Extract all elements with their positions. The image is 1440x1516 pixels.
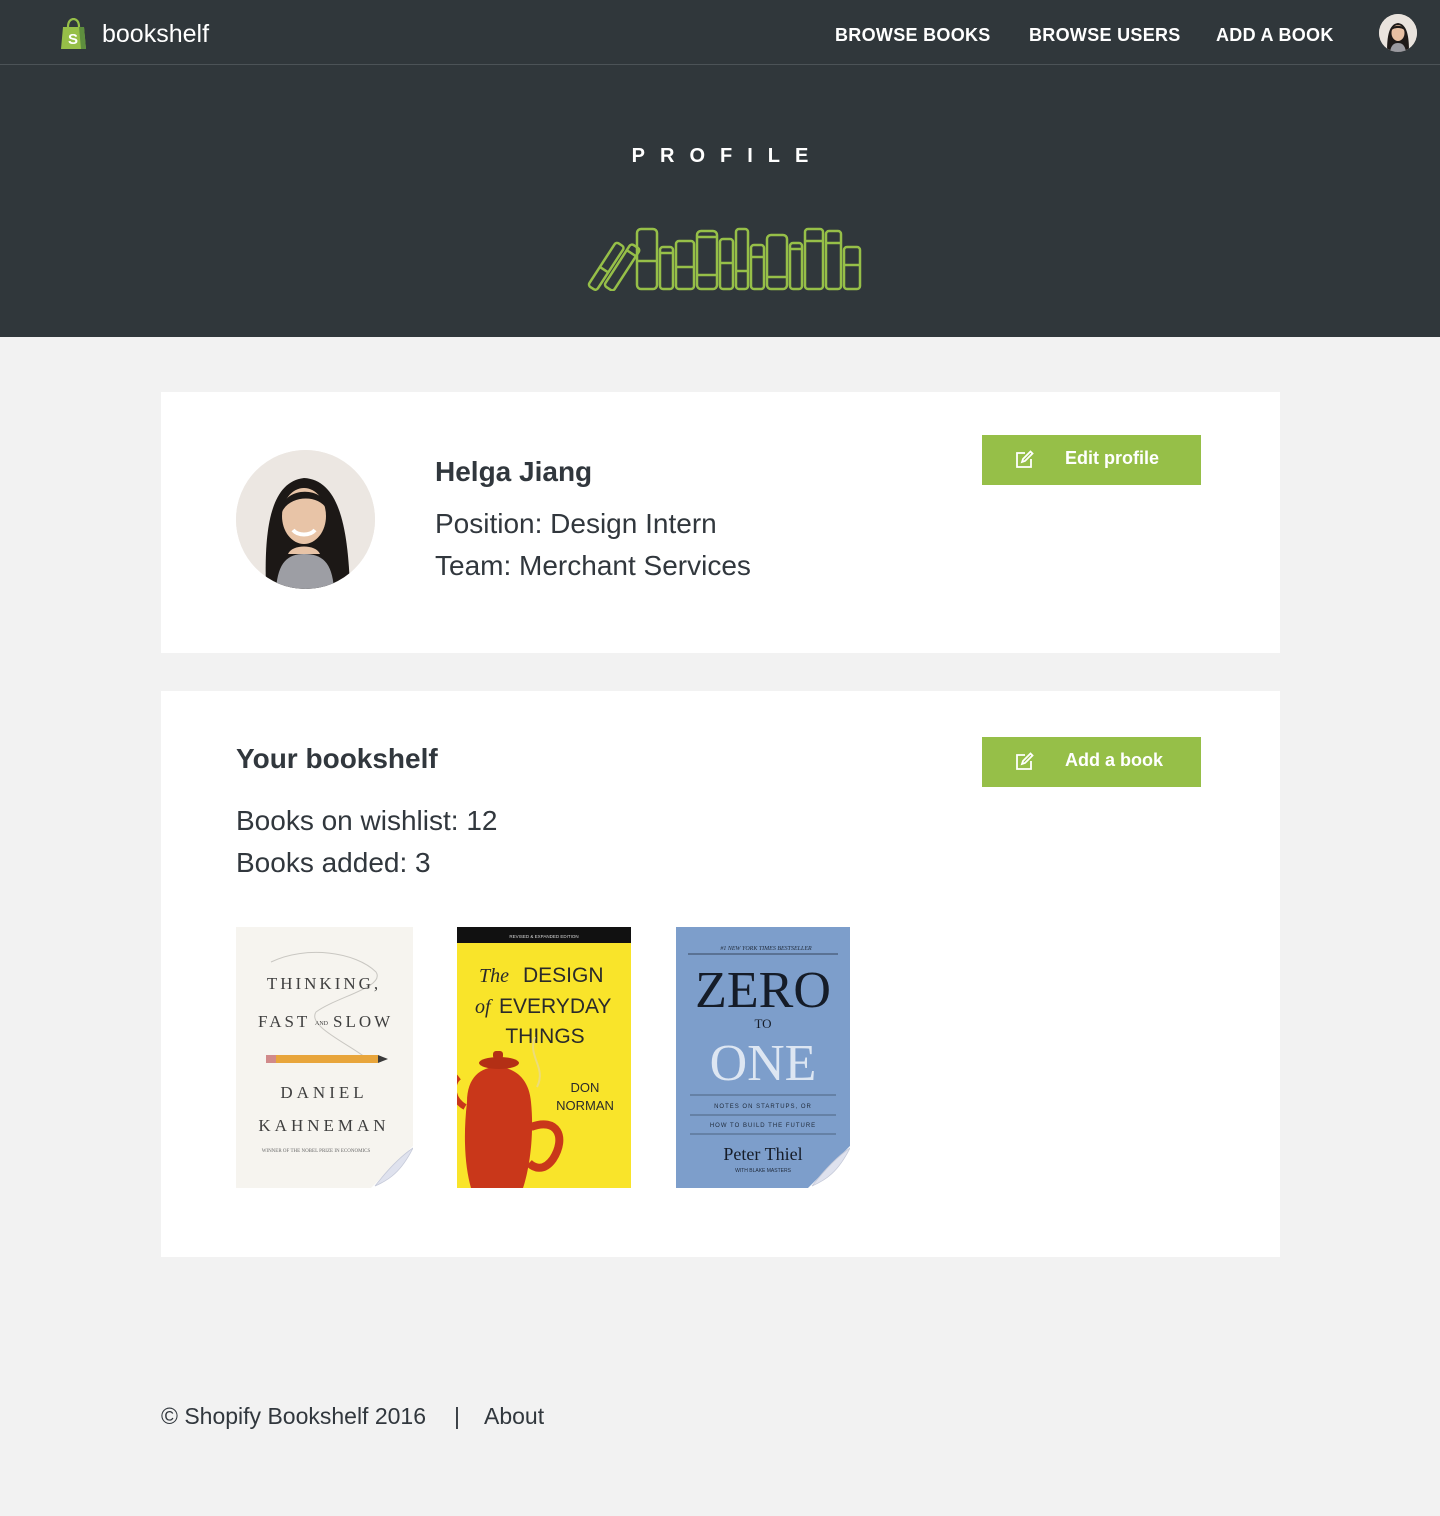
add-book-label: Add a book: [1065, 750, 1163, 770]
book1-title-line1: THINKING,: [267, 974, 381, 993]
book-cover-design-of-everyday-things[interactable]: REVISED & EXPANDED EDITION The DESIGN of…: [457, 927, 631, 1188]
book-cover-thinking-fast-and-slow[interactable]: THINKING, FAST AND SLOW DANIEL KAHNEMAN …: [236, 927, 413, 1188]
book2-author-last: NORMAN: [556, 1098, 614, 1113]
profile-team: Team: Merchant Services: [435, 550, 751, 581]
book1-title-slow: SLOW: [333, 1012, 393, 1031]
wishlist-count: Books on wishlist: 12: [236, 805, 498, 836]
hero-banner: PROFILE: [0, 65, 1440, 337]
book1-author-line1: DANIEL: [280, 1083, 367, 1102]
user-avatar[interactable]: [1379, 14, 1417, 52]
book-cover-art: REVISED & EXPANDED EDITION The DESIGN of…: [457, 927, 631, 1188]
profile-card: Helga Jiang Position: Design Intern Team…: [161, 392, 1280, 653]
book3-subtitle-2: HOW TO BUILD THE FUTURE: [710, 1123, 816, 1129]
edit-icon: [1016, 752, 1034, 770]
books-added-count: Books added: 3: [236, 847, 431, 878]
profile-photo: [236, 450, 375, 589]
book2-title-things: THINGS: [505, 1025, 584, 1048]
nav-browse-users[interactable]: BROWSE USERS: [1029, 25, 1181, 46]
book1-tagline: WINNER OF THE NOBEL PRIZE IN ECONOMICS: [262, 1149, 371, 1154]
book2-title-of: of: [475, 996, 493, 1018]
profile-position: Position: Design Intern: [435, 508, 717, 539]
bookshelf-title: Your bookshelf: [236, 743, 438, 774]
profile-name: Helga Jiang: [435, 456, 593, 487]
book3-coauthor: WITH BLAKE MASTERS: [735, 1168, 792, 1174]
book2-banner: REVISED & EXPANDED EDITION: [509, 934, 578, 939]
copyright-text: © Shopify Bookshelf 2016: [161, 1403, 427, 1429]
brand-link[interactable]: S bookshelf: [60, 18, 209, 50]
shopify-bag-icon: S: [61, 18, 86, 49]
book3-title-one: ONE: [710, 1035, 817, 1092]
bookshelf-illustration: [587, 227, 862, 291]
book3-title-zero: ZERO: [695, 962, 831, 1019]
page-curl-icon: [808, 1146, 850, 1188]
profile-avatar: [236, 450, 375, 589]
page-curl-icon: [371, 1146, 413, 1188]
book1-title-fast: FAST: [258, 1012, 310, 1031]
about-link[interactable]: About: [484, 1403, 544, 1430]
nav-add-book[interactable]: ADD A BOOK: [1216, 25, 1334, 46]
book1-author-line2: KAHNEMAN: [258, 1116, 389, 1135]
avatar-image: [1379, 14, 1417, 52]
book2-author-first: DON: [571, 1080, 600, 1095]
edit-icon: [1016, 450, 1034, 468]
book1-title-and: AND: [315, 1021, 329, 1027]
top-nav: S bookshelf BROWSE BOOKS BROWSE USERS AD…: [0, 0, 1440, 65]
nav-browse-books[interactable]: BROWSE BOOKS: [835, 25, 991, 46]
book-cover-zero-to-one[interactable]: #1 NEW YORK TIMES BESTSELLER ZERO TO ONE…: [676, 927, 850, 1188]
svg-text:S: S: [68, 31, 78, 48]
book2-title-the: The: [479, 965, 509, 987]
edit-profile-button[interactable]: Edit profile: [982, 435, 1201, 485]
footer-separator: |: [454, 1403, 460, 1429]
book3-subtitle-1: NOTES ON STARTUPS, OR: [714, 1104, 812, 1110]
footer: © Shopify Bookshelf 2016 | About: [161, 1403, 544, 1430]
book3-title-to: TO: [754, 1016, 771, 1031]
bookshelf-card: Your bookshelf Books on wishlist: 12 Boo…: [161, 691, 1280, 1257]
book3-author: Peter Thiel: [723, 1144, 802, 1164]
book2-title-design: DESIGN: [523, 964, 604, 987]
add-book-button[interactable]: Add a book: [982, 737, 1201, 787]
book3-banner: #1 NEW YORK TIMES BESTSELLER: [720, 946, 812, 952]
book2-title-everyday: EVERYDAY: [499, 995, 611, 1018]
brand-name: bookshelf: [102, 19, 210, 48]
edit-profile-label: Edit profile: [1065, 448, 1159, 468]
page-title: PROFILE: [631, 145, 824, 167]
